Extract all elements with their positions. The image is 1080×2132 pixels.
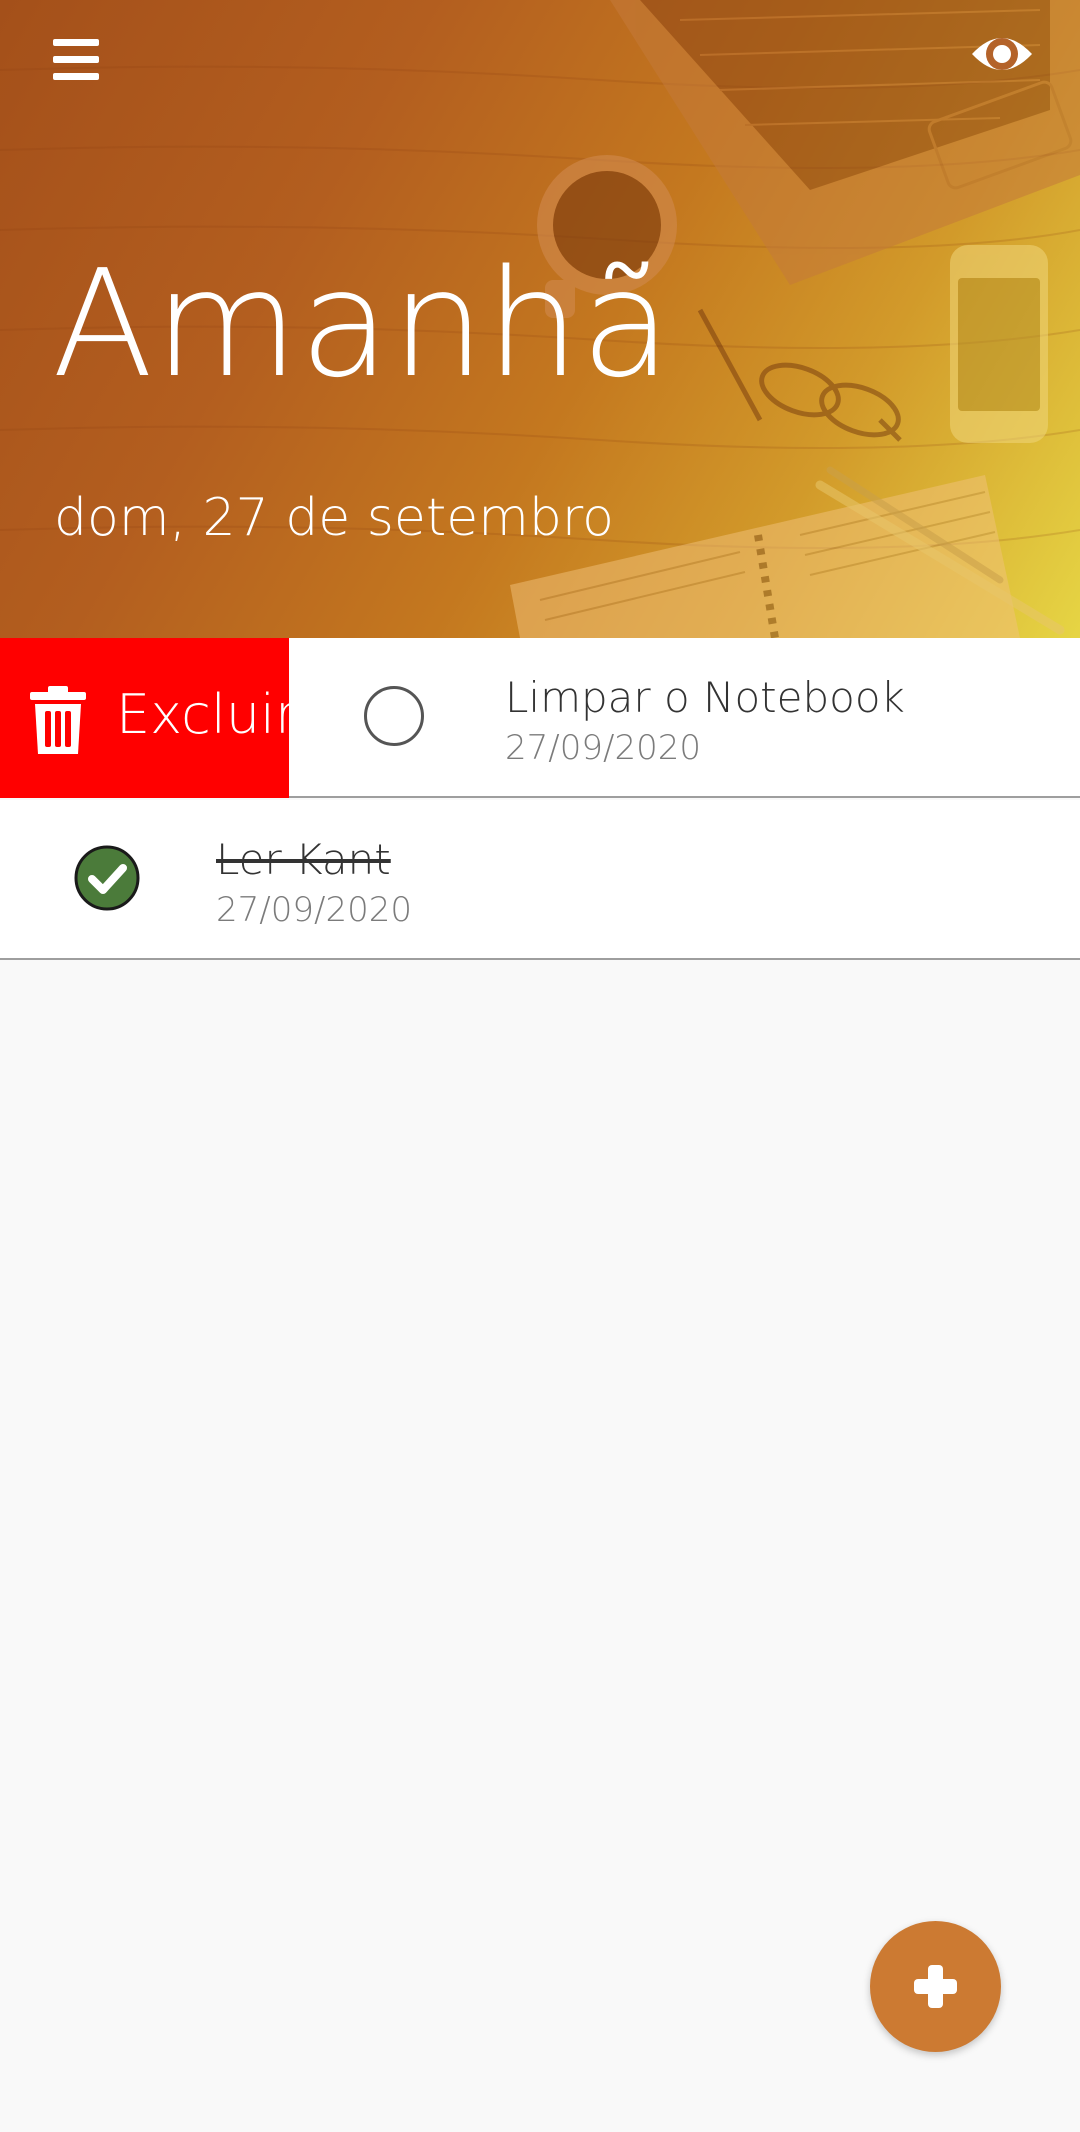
page-title: Amanhã (52, 238, 673, 410)
task-complete-checkbox[interactable] (364, 686, 424, 746)
task-title: Limpar o Notebook (505, 673, 905, 722)
trash-icon (30, 686, 86, 754)
add-task-button[interactable] (870, 1921, 1001, 2052)
task-date: 27/09/2020 (505, 728, 701, 768)
eye-icon (972, 38, 1032, 70)
task-content[interactable]: Limpar o Notebook 27/09/2020 (289, 638, 1080, 796)
task-title: Ler Kant (216, 835, 391, 884)
page-date: dom, 27 de setembro (54, 488, 614, 548)
task-row[interactable]: Ler Kant 27/09/2020 (0, 800, 1080, 960)
menu-button[interactable] (40, 26, 112, 98)
header-banner: Amanhã dom, 27 de setembro (0, 0, 1080, 638)
task-row[interactable]: Excluir Limpar o Notebook 27/09/2020 (0, 638, 1080, 798)
delete-button[interactable]: Excluir (0, 638, 297, 798)
visibility-toggle-button[interactable] (966, 24, 1038, 84)
task-completed-check-icon[interactable] (74, 845, 140, 911)
task-date: 27/09/2020 (216, 890, 412, 930)
delete-label: Excluir (116, 683, 298, 746)
